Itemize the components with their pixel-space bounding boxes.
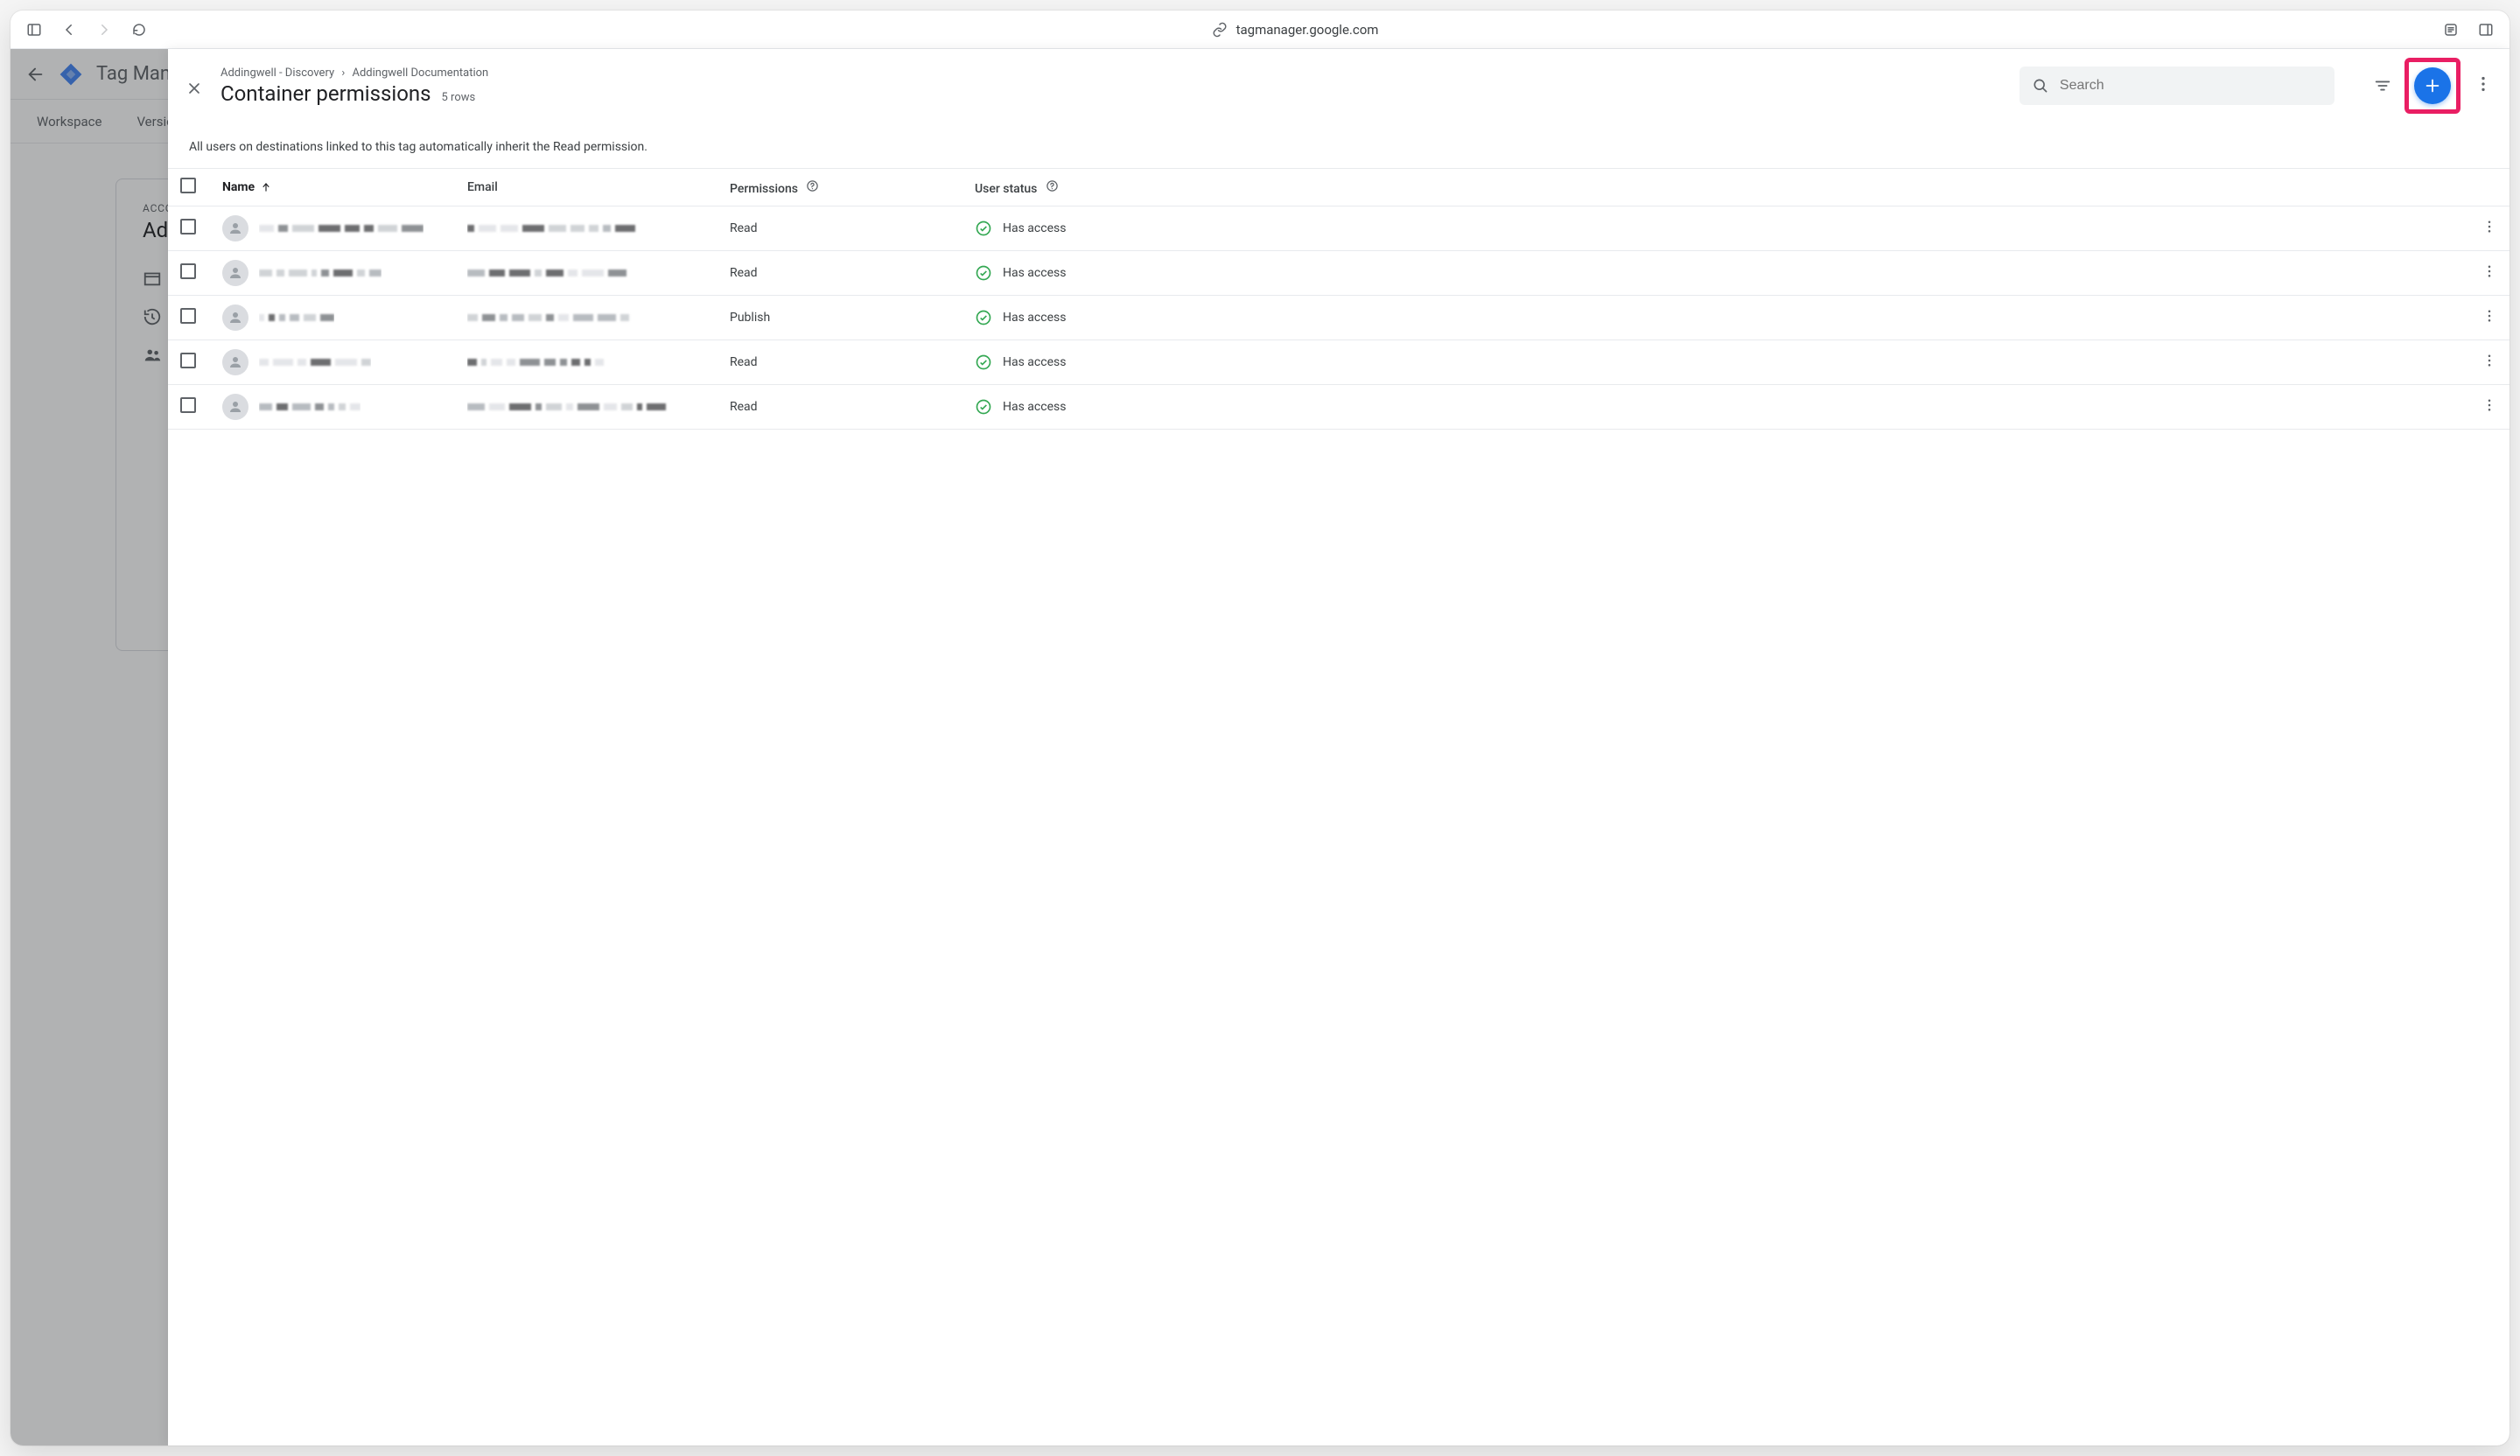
check-circle-icon: [975, 398, 992, 416]
status-cell: Has access: [975, 398, 2454, 416]
row-checkbox[interactable]: [180, 219, 196, 234]
permission-cell: Read: [730, 221, 975, 235]
permission-cell: Read: [730, 400, 975, 414]
table-row: Read Has access: [168, 340, 2510, 385]
row-checkbox[interactable]: [180, 263, 196, 279]
row-menu-button[interactable]: [2482, 353, 2497, 372]
breadcrumb-item[interactable]: Addingwell Documentation: [353, 66, 489, 80]
nav-forward-icon: [96, 22, 112, 38]
status-cell: Has access: [975, 220, 2454, 237]
address-bar[interactable]: tagmanager.google.com: [166, 22, 2424, 38]
row-checkbox[interactable]: [180, 353, 196, 368]
search-field[interactable]: [2060, 78, 2322, 94]
status-cell: Has access: [975, 354, 2454, 371]
nav-back-icon[interactable]: [61, 22, 77, 38]
reader-icon[interactable]: [2443, 22, 2459, 38]
help-icon[interactable]: [1046, 179, 1059, 192]
add-button-highlight: [2404, 58, 2460, 114]
breadcrumb: Addingwell - Discovery › Addingwell Docu…: [220, 66, 488, 80]
table-header: Name Email Permissions User status: [168, 169, 2510, 206]
col-header-name[interactable]: Name: [222, 180, 467, 194]
permission-cell: Read: [730, 355, 975, 369]
panel-title: Container permissions: [220, 81, 431, 106]
sort-asc-icon: [260, 181, 272, 193]
reload-icon[interactable]: [131, 22, 147, 38]
row-count: 5 rows: [442, 91, 476, 104]
panel-menu-button[interactable]: [2473, 74, 2494, 97]
breadcrumb-item[interactable]: Addingwell - Discovery: [220, 66, 334, 80]
url-text: tagmanager.google.com: [1236, 22, 1379, 38]
check-circle-icon: [975, 309, 992, 326]
permission-cell: Publish: [730, 311, 975, 325]
search-icon: [2032, 76, 2049, 95]
avatar: [222, 260, 248, 286]
browser-toolbar: tagmanager.google.com: [10, 10, 2510, 49]
plus-icon: [2423, 76, 2442, 95]
table-row: Publish Has access: [168, 296, 2510, 340]
avatar: [222, 394, 248, 420]
check-circle-icon: [975, 264, 992, 282]
permissions-panel: Addingwell - Discovery › Addingwell Docu…: [168, 49, 2510, 1446]
table-row: Read Has access: [168, 251, 2510, 296]
check-circle-icon: [975, 220, 992, 237]
info-text: All users on destinations linked to this…: [168, 126, 2510, 169]
status-cell: Has access: [975, 264, 2454, 282]
avatar: [222, 304, 248, 331]
row-checkbox[interactable]: [180, 308, 196, 324]
table-row: Read Has access: [168, 385, 2510, 430]
col-header-permissions[interactable]: Permissions: [730, 179, 975, 196]
avatar: [222, 349, 248, 375]
panel-right-icon[interactable]: [2478, 22, 2494, 38]
col-header-user-status[interactable]: User status: [975, 179, 2454, 196]
row-menu-button[interactable]: [2482, 219, 2497, 238]
close-button[interactable]: [186, 80, 203, 97]
permission-cell: Read: [730, 266, 975, 280]
check-circle-icon: [975, 354, 992, 371]
add-user-button[interactable]: [2414, 67, 2451, 104]
sidebar-toggle-icon[interactable]: [26, 22, 42, 38]
row-menu-button[interactable]: [2482, 308, 2497, 327]
search-input[interactable]: [2020, 66, 2334, 105]
row-menu-button[interactable]: [2482, 263, 2497, 283]
col-header-email[interactable]: Email: [467, 180, 730, 194]
avatar: [222, 215, 248, 242]
status-cell: Has access: [975, 309, 2454, 326]
table-row: Read Has access: [168, 206, 2510, 251]
link-icon: [1212, 22, 1228, 38]
help-icon[interactable]: [806, 179, 819, 192]
row-checkbox[interactable]: [180, 397, 196, 413]
filter-button[interactable]: [2373, 76, 2392, 95]
select-all-checkbox[interactable]: [180, 178, 196, 193]
row-menu-button[interactable]: [2482, 397, 2497, 416]
